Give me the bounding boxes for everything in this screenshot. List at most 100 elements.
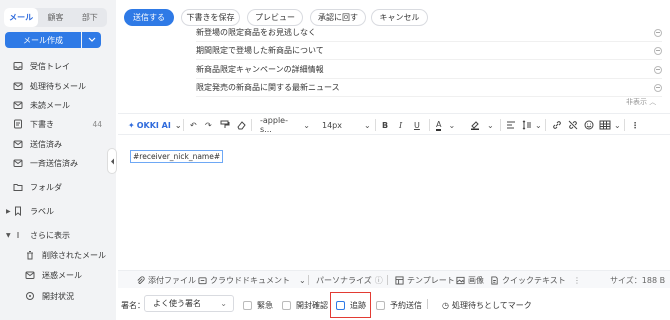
cloud-document-label: クラウドドキュメント [210,276,290,285]
subject-suggestion[interactable]: 新登場の限定商品をお見逃しなく [196,24,662,42]
align-icon[interactable] [506,119,516,131]
compose-dropdown-button[interactable] [82,32,101,48]
checkbox[interactable] [336,300,345,310]
sidebar-item-folders[interactable]: フォルダ [0,179,112,195]
attach-file-button[interactable]: 添付ファイル [136,275,196,286]
text-color-icon[interactable]: A ⌄ [436,119,455,131]
chevron-down-icon: ⌄ [174,120,182,130]
sidebar-item-pending[interactable]: 処理待ちメール [0,78,112,94]
undo-icon[interactable]: ↶ [190,119,197,131]
emoji-icon[interactable] [584,119,594,131]
image-button[interactable]: 画像 [456,275,484,286]
chevron-up-icon: ︿ [649,98,657,106]
mark-pending-label: 処理待ちとしてマーク [451,300,532,310]
font-size-select[interactable]: 14px ⌄ [322,119,371,131]
divider [251,119,252,131]
unlink-icon[interactable] [568,119,578,131]
more-options-icon[interactable]: ⋮ [631,119,639,131]
hide-suggestions-link[interactable]: 非表示 ︿ [626,97,656,107]
checkbox[interactable] [243,300,252,310]
sidebar-item-inbox[interactable]: 受信トレイ [0,58,112,74]
checkbox[interactable] [282,300,291,310]
more-icon[interactable]: ⋮ [573,275,581,286]
read-receipt-checkbox[interactable]: 開封確認 [282,299,328,311]
urgent-checkbox[interactable]: 緊急 [243,299,273,311]
sidebar-item-label: 開封状況 [42,291,74,301]
message-body-editor[interactable]: #receiver_nick_name# [118,136,670,268]
cloud-document-button[interactable]: クラウドドキュメント ⌄ [198,275,306,286]
sparkle-icon: ✦ [128,120,135,130]
compose-panel: 送信する 下書きを保存 プレビュー 承認に回す キャンセル 新登場の限定商品をお… [116,0,670,320]
trash-icon [24,249,36,261]
sidebar-item-bulk-sent[interactable]: 一斉送信済み [0,155,112,171]
divider [500,119,501,131]
scheduled-send-checkbox[interactable]: 予約送信 [376,299,422,311]
font-size-value: 14px [322,120,342,130]
sidebar-item-more[interactable]: ▼ さらに表示 [0,227,112,243]
remove-icon[interactable] [654,28,662,37]
divider [624,119,625,131]
send-button[interactable]: 送信する [124,9,174,26]
quick-text-button[interactable]: クイックテキスト [490,275,566,286]
mark-pending-button[interactable]: ◷ 処理待ちとしてマーク [442,299,532,311]
okki-ai-label: OKKI AI [136,120,171,130]
track-checkbox[interactable]: 追跡 [336,299,366,311]
compose-button[interactable]: メール作成 [5,32,81,48]
sidebar-item-labels[interactable]: ▶ ラベル [0,203,112,219]
collapse-sidebar-button[interactable] [107,148,117,174]
template-button[interactable]: テンプレート [395,275,455,286]
sidebar-item-open-status[interactable]: 開封状況 [0,288,112,304]
sidebar-item-spam[interactable]: 迷惑メール [0,267,112,283]
sidebar: メール 顧客 部下 メール作成 受信トレイ 処理待ちメール 未読メール 下書き … [0,0,112,320]
sidebar-item-drafts[interactable]: 下書き 44 [0,116,112,132]
tab-mail[interactable]: メール [4,8,39,27]
font-family-select[interactable]: -apple-s... ⌄ [260,116,310,134]
sidebar-item-trash[interactable]: 削除されたメール [0,247,112,263]
personalize-label: パーソナライズ [316,276,372,285]
sidebar-item-label: さらに表示 [30,230,70,240]
format-painter-icon[interactable] [220,119,230,131]
tab-subordinates[interactable]: 部下 [73,8,107,27]
divider [429,119,430,131]
tab-customers[interactable]: 顧客 [38,8,72,27]
divider [387,275,388,285]
link-icon[interactable] [552,119,562,131]
eraser-icon[interactable] [236,119,246,131]
remove-icon[interactable] [654,65,662,74]
template-icon [395,276,404,285]
template-label: テンプレート [407,276,455,285]
subject-suggestion[interactable]: 期間限定で登場した新商品について [196,42,662,60]
line-height-icon[interactable]: ⌄ [522,119,542,131]
send-options-bar: 署名： よく使う署名 ⌄ 緊急 開封確認 追跡 予約送信 ◷ 処理待ちとしてマー… [116,289,670,320]
personalize-button[interactable]: パーソナライズ ⓘ [316,275,383,286]
hide-label: 非表示 [626,98,647,106]
subject-suggestion[interactable]: 新商品限定キャンペーンの詳細情報 [196,61,662,79]
subject-suggestion[interactable]: 限定発売の新商品に関する最新ニュース [196,79,662,97]
sidebar-item-label: 一斉送信済み [30,158,78,168]
remove-icon[interactable] [654,46,662,55]
redo-icon[interactable]: ↷ [205,119,212,131]
read-receipt-label: 開封確認 [296,300,328,310]
table-icon[interactable]: ⌄ [599,119,621,131]
inbox-icon [12,60,24,72]
signature-select[interactable]: よく使う署名 ⌄ [144,295,234,312]
chevron-down-icon: ⌄ [220,299,227,308]
sidebar-item-unread[interactable]: 未読メール [0,97,112,113]
receiver-nickname-variable[interactable]: #receiver_nick_name# [130,150,224,163]
okki-ai-button[interactable]: ✦ OKKI AI ⌄ [128,119,182,131]
sidebar-item-label: 送信済み [30,139,62,149]
sidebar-item-sent[interactable]: 送信済み [0,136,112,152]
sidebar-item-label: フォルダ [30,182,62,192]
remove-icon[interactable] [654,83,662,92]
pending-mail-icon [12,80,24,92]
unread-mail-icon [12,99,24,111]
checkbox[interactable] [376,300,385,310]
cloud-document-icon [198,277,207,285]
underline-icon[interactable]: U [414,119,420,131]
bold-icon[interactable]: B [382,119,388,131]
label-icon [12,205,24,217]
highlight-color-icon[interactable]: ⌄ [470,119,494,131]
italic-icon[interactable]: I [399,119,402,131]
clock-icon: ◷ [442,300,449,310]
more-icon [12,229,24,241]
